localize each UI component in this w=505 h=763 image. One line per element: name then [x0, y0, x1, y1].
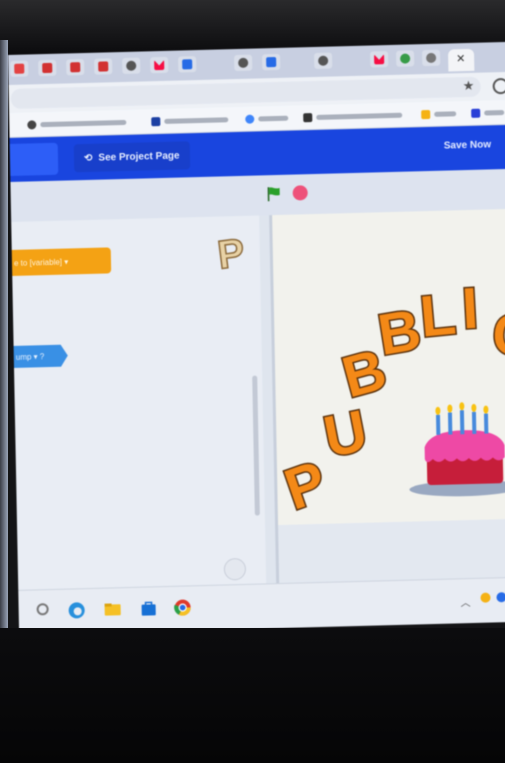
stage-letter-u: U	[319, 398, 373, 470]
code-scrollbar[interactable]	[252, 375, 260, 516]
sprite-thumbnail: P	[214, 230, 248, 279]
menu-button[interactable]	[9, 142, 59, 176]
browser-tab[interactable]	[314, 52, 333, 69]
bookmark-icon	[471, 108, 481, 118]
browser-tab[interactable]	[150, 56, 169, 74]
see-project-page-label: See Project Page	[98, 150, 180, 164]
bookmark-item[interactable]	[303, 108, 403, 125]
browser-tab[interactable]	[234, 54, 253, 72]
tray-icon[interactable]	[480, 592, 491, 603]
search-icon[interactable]	[34, 601, 54, 622]
browser-tab[interactable]	[94, 58, 113, 75]
close-icon[interactable]: ✕	[456, 52, 465, 65]
docs-icon	[266, 56, 277, 68]
folder-icon	[421, 109, 431, 119]
browser-tab[interactable]	[178, 56, 197, 73]
browser-tab[interactable]	[421, 49, 441, 67]
tab-favicon	[42, 62, 53, 74]
browser-tab[interactable]	[38, 59, 57, 77]
docs-icon	[182, 59, 193, 70]
bookmark-icon	[151, 116, 161, 126]
stage-letter-p: P	[277, 448, 335, 522]
bookmark-icon	[303, 112, 313, 122]
tab-favicon	[70, 62, 81, 73]
chrome-icon	[400, 53, 411, 64]
code-area: e to [variable] ▾ ump ▾ ? P	[8, 215, 267, 612]
bookmark-item[interactable]	[245, 111, 289, 126]
stage-letter-c: C	[491, 302, 505, 369]
project-page-icon: ⟲	[83, 152, 93, 164]
stage-canvas: P U B B L I C	[269, 208, 505, 526]
photo-frame: ✕ ★ ⟲ See Project Page Save Now e to [va…	[0, 0, 505, 763]
chrome-icon[interactable]	[172, 597, 192, 618]
browser-tab[interactable]	[395, 50, 415, 67]
tab-favicon	[238, 57, 249, 68]
block-text: ump ▾ ?	[15, 351, 45, 362]
gmail-icon	[154, 60, 164, 70]
edge-icon[interactable]	[66, 600, 86, 621]
block-text: e to [variable] ▾	[13, 256, 69, 268]
photo-bottom-shadow	[0, 628, 505, 763]
set-variable-block[interactable]: e to [variable] ▾	[8, 247, 112, 277]
stage-scene: P U B B L I C	[275, 274, 505, 524]
tab-favicon	[126, 60, 137, 71]
tray-icon[interactable]	[496, 592, 505, 603]
monitor-screen: ✕ ★ ⟲ See Project Page Save Now e to [va…	[8, 41, 505, 635]
bookmark-item[interactable]	[151, 112, 229, 128]
globe-icon	[27, 119, 37, 130]
chevron-up-icon[interactable]: ︿	[460, 594, 471, 609]
browser-tab[interactable]	[10, 60, 29, 77]
browser-tab[interactable]	[369, 51, 389, 68]
stage-letter-b2: B	[374, 297, 426, 368]
tab-favicon	[318, 55, 329, 66]
stop-icon[interactable]	[292, 185, 308, 201]
browser-tab-active[interactable]: ✕	[447, 48, 475, 72]
green-flag-icon[interactable]	[265, 185, 283, 203]
monitor-left-bezel	[0, 40, 8, 660]
stage-letter-l: L	[417, 282, 458, 350]
bookmark-item[interactable]	[27, 115, 127, 132]
profile-icon[interactable]	[492, 77, 505, 95]
tab-favicon	[14, 63, 25, 74]
tab-favicon	[98, 61, 109, 72]
bookmark-item[interactable]	[421, 106, 457, 121]
save-now-button[interactable]: Save Now	[444, 139, 491, 151]
tab-favicon	[426, 52, 437, 64]
birthday-cake-icon	[409, 402, 505, 497]
bookmark-item[interactable]	[471, 105, 505, 120]
gmail-icon	[374, 54, 384, 64]
store-icon[interactable]	[138, 598, 158, 619]
star-icon[interactable]: ★	[463, 78, 475, 94]
browser-tab[interactable]	[122, 57, 141, 75]
google-icon	[245, 114, 255, 124]
browser-tab[interactable]	[66, 59, 85, 76]
browser-tab[interactable]	[262, 53, 281, 71]
see-project-page-button[interactable]: ⟲ See Project Page	[73, 141, 190, 173]
zoom-button[interactable]	[223, 557, 247, 581]
stage-letter-i: I	[460, 276, 480, 342]
file-explorer-icon[interactable]	[102, 599, 122, 620]
motion-block[interactable]: ump ▾ ?	[10, 345, 68, 369]
